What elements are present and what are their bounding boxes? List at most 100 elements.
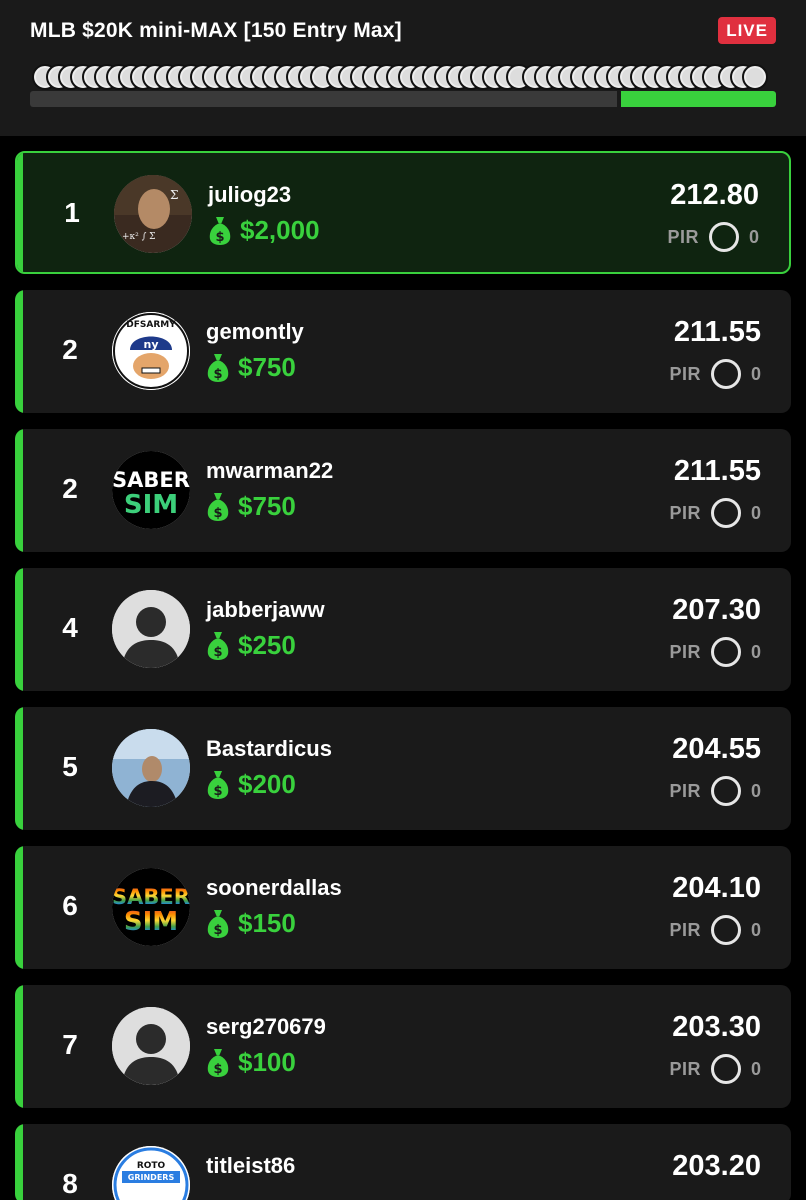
- pir-ring-icon: [710, 915, 741, 945]
- username[interactable]: serg270679: [206, 1014, 326, 1040]
- user-avatar-math-photo[interactable]: +κ² ∫ Σ Σ: [114, 175, 192, 253]
- pir-label: PIR: [669, 919, 701, 940]
- pir-value: 0: [750, 641, 761, 662]
- leaderboard-row[interactable]: 1 +κ² ∫ Σ Σ juliog23 $ $2,000 212.80 PIR …: [15, 151, 791, 274]
- pir-indicator: PIR 0: [669, 776, 761, 806]
- user-avatar-sabersim-logo[interactable]: SABER SIM: [112, 451, 190, 529]
- pir-indicator: PIR 0: [669, 1054, 761, 1084]
- pir-value: 0: [750, 363, 761, 384]
- money-bag-icon: $: [207, 493, 229, 521]
- progress-divider: [617, 91, 622, 107]
- rank-number: 5: [62, 751, 78, 782]
- leaderboard-list: 1 +κ² ∫ Σ Σ juliog23 $ $2,000 212.80 PIR …: [15, 151, 791, 1200]
- pir-value: 0: [748, 226, 759, 247]
- pir-indicator: PIR 0: [667, 222, 759, 252]
- prize: $ $2,000: [208, 214, 320, 246]
- svg-text:SABER: SABER: [112, 885, 190, 909]
- leaderboard-row[interactable]: 7 serg270679 $ $100 203.30 PIR 0: [15, 985, 791, 1108]
- pir-value: 0: [750, 780, 761, 801]
- svg-text:GRINDERS: GRINDERS: [128, 1173, 175, 1182]
- fantasy-score: 211.55: [673, 316, 761, 348]
- contest-progress-fill: [619, 91, 776, 107]
- pir-indicator: PIR 0: [669, 915, 761, 945]
- pir-label: PIR: [669, 1058, 701, 1079]
- leaderboard-row[interactable]: 4 jabberjaww $ $250 207.30 PIR 0: [15, 568, 791, 691]
- username[interactable]: titleist86: [206, 1153, 295, 1179]
- svg-text:ROTO: ROTO: [137, 1161, 166, 1171]
- prize: $ $250: [206, 629, 296, 661]
- prize-amount: $250: [238, 629, 296, 660]
- user-avatar-rotogrinders-logo[interactable]: ROTO GRINDERS: [112, 1146, 190, 1200]
- entrant-avatar-strip[interactable]: [32, 64, 776, 92]
- svg-text:ny: ny: [143, 338, 158, 351]
- fantasy-score: 204.55: [672, 733, 761, 765]
- pir-value: 0: [750, 1058, 761, 1079]
- pir-value: 0: [750, 502, 761, 523]
- rank-number: 2: [62, 334, 78, 365]
- pir-indicator: PIR 0: [669, 637, 761, 667]
- money-bag-icon: $: [207, 354, 229, 382]
- svg-text:$: $: [215, 230, 224, 245]
- money-bag-icon: $: [209, 217, 231, 245]
- contest-title: MLB $20K mini-MAX [150 Entry Max]: [30, 19, 402, 42]
- pir-indicator: PIR 0: [669, 359, 761, 389]
- username[interactable]: soonerdallas: [206, 875, 342, 901]
- prize: $ $750: [206, 351, 296, 383]
- prize-amount: $100: [238, 1046, 296, 1077]
- pir-ring-icon: [710, 1054, 741, 1084]
- leaderboard-row[interactable]: 5 Bastardicus $ $200 204.55 PIR 0: [15, 707, 791, 830]
- svg-text:$: $: [213, 367, 222, 382]
- rank-number: 7: [62, 1029, 78, 1060]
- user-avatar-default-silhouette[interactable]: [112, 590, 190, 668]
- prize: $ $100: [206, 1046, 296, 1078]
- svg-text:$: $: [213, 1062, 222, 1077]
- rank-number: 8: [62, 1168, 78, 1199]
- leaderboard-row[interactable]: 6 SABER SIM soonerdallas $ $150 204.10 PI…: [15, 846, 791, 969]
- money-bag-icon: $: [207, 632, 229, 660]
- prize-amount: $200: [238, 768, 296, 799]
- username[interactable]: juliog23: [208, 182, 291, 208]
- money-bag-icon: $: [207, 910, 229, 938]
- username[interactable]: gemontly: [206, 319, 304, 345]
- svg-text:$: $: [213, 923, 222, 938]
- pir-label: PIR: [669, 363, 701, 384]
- pir-label: PIR: [669, 502, 701, 523]
- svg-text:SABER: SABER: [112, 468, 190, 492]
- contest-header: MLB $20K mini-MAX [150 Entry Max] LIVE: [0, 0, 806, 136]
- svg-text:+κ² ∫ Σ: +κ² ∫ Σ: [122, 232, 156, 242]
- svg-text:$: $: [213, 506, 222, 521]
- pir-indicator: PIR 0: [669, 498, 761, 528]
- fantasy-score: 203.30: [672, 1011, 761, 1043]
- prize: $ $750: [206, 490, 296, 522]
- username[interactable]: jabberjaww: [206, 597, 325, 623]
- svg-text:SIM: SIM: [124, 907, 178, 937]
- entrant-avatar[interactable]: [742, 64, 768, 90]
- rank-number: 6: [62, 890, 78, 921]
- leaderboard-row[interactable]: 2 ny DFSARMY gemontly $ $750 211.55 PIR 0: [15, 290, 791, 413]
- prize: $ $150: [206, 907, 296, 939]
- leaderboard-row[interactable]: 8 ROTOGRINDERS titleist86 $ 203.20: [15, 1124, 791, 1200]
- prize-amount: $750: [238, 490, 296, 521]
- user-avatar-sky-photo[interactable]: [112, 729, 190, 807]
- prize-amount: $2,000: [240, 214, 320, 245]
- fantasy-score: 212.80: [670, 179, 759, 211]
- user-avatar-sabersim-rainbow-logo[interactable]: SABER SIM: [112, 868, 190, 946]
- svg-text:SIM: SIM: [124, 490, 178, 520]
- fantasy-score: 211.55: [673, 455, 761, 487]
- pir-ring-icon: [710, 359, 741, 389]
- rank-number: 1: [64, 197, 80, 228]
- leaderboard-row[interactable]: 2 SABER SIM mwarman22 $ $750 211.55 PIR 0: [15, 429, 791, 552]
- user-avatar-dfsarmy-logo[interactable]: ny DFSARMY: [112, 312, 190, 390]
- user-avatar-default-silhouette[interactable]: [112, 1007, 190, 1085]
- username[interactable]: mwarman22: [206, 458, 333, 484]
- svg-text:DFSARMY: DFSARMY: [126, 320, 176, 330]
- username[interactable]: Bastardicus: [206, 736, 332, 762]
- pir-value: 0: [750, 919, 761, 940]
- prize-amount: $750: [238, 351, 296, 382]
- pir-ring-icon: [708, 222, 739, 252]
- rank-number: 4: [62, 612, 78, 643]
- money-bag-icon: $: [207, 771, 229, 799]
- fantasy-score: 207.30: [672, 594, 761, 626]
- contest-progress-bar: [30, 91, 776, 107]
- pir-label: PIR: [669, 780, 701, 801]
